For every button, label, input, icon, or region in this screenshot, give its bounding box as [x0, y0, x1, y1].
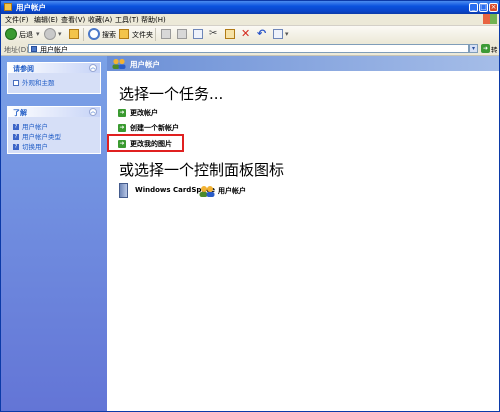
- control-panel-heading: 或选择一个控制面板图标: [119, 161, 285, 179]
- toolbar-separator: [83, 28, 84, 41]
- sidebar-item-account-types[interactable]: ? 用户帐户类型: [13, 131, 61, 141]
- sidebar-item-label: 用户帐户类型: [22, 133, 61, 141]
- menu-bar: 文件(F) 编辑(E) 查看(V) 收藏(A) 工具(T) 帮助(H): [1, 14, 499, 26]
- title-bar[interactable]: 用户帐户 _ □ ×: [1, 1, 499, 14]
- toolbar: 后退 ▾ ▾ 搜索 文件夹 ✂ ✕ ↶ ▾: [1, 26, 499, 44]
- back-label[interactable]: 后退: [19, 30, 33, 40]
- collapse-chevron-icon[interactable]: ︽: [89, 64, 97, 72]
- see-also-panel: 请参阅 ︽ 外观和主题: [7, 62, 101, 94]
- sidebar-item-label: 用户帐户: [22, 123, 48, 131]
- user-accounts-icon: [31, 46, 37, 52]
- address-value[interactable]: 用户帐户: [40, 45, 68, 55]
- views-dropdown-icon[interactable]: ▾: [285, 30, 289, 38]
- close-icon[interactable]: ×: [489, 3, 498, 12]
- maximize-icon[interactable]: □: [479, 3, 488, 12]
- learn-about-header[interactable]: 了解 ︽: [8, 107, 100, 117]
- content-header: 用户帐户: [107, 56, 499, 71]
- move-to-icon[interactable]: [161, 29, 171, 39]
- green-arrow-icon: ➜: [118, 109, 126, 117]
- task-heading: 选择一个任务...: [119, 85, 224, 103]
- user-accounts-icon: [112, 58, 126, 69]
- address-label: 地址(D): [4, 46, 29, 54]
- user-accounts-icon: [4, 3, 12, 11]
- views-icon[interactable]: [273, 29, 283, 39]
- sidebar-item-user-accounts[interactable]: ? 用户帐户: [13, 121, 48, 131]
- learn-about-title: 了解: [13, 109, 27, 117]
- menu-tools[interactable]: 工具(T): [115, 15, 139, 25]
- folders-label[interactable]: 文件夹: [132, 30, 153, 40]
- task-pane: 请参阅 ︽ 外观和主题 了解 ︽ ? 用户帐户 ? 用户帐户类型 ? 切换用户: [1, 56, 107, 411]
- task-label: 创建一个新帐户: [130, 124, 179, 132]
- appearance-icon: [13, 80, 19, 86]
- menu-favorites[interactable]: 收藏(A): [88, 15, 112, 25]
- address-dropdown-icon[interactable]: ▾: [469, 44, 478, 53]
- sidebar-item-label: 外观和主题: [22, 79, 55, 87]
- menu-file[interactable]: 文件(F): [5, 15, 29, 25]
- user-accounts-icon[interactable]: [199, 185, 215, 197]
- annotation-highlight-box: [107, 134, 184, 152]
- search-icon[interactable]: [88, 28, 100, 40]
- explorer-window: 用户帐户 _ □ × 文件(F) 编辑(E) 查看(V) 收藏(A) 工具(T)…: [0, 0, 500, 412]
- cardspace-icon[interactable]: [119, 183, 128, 198]
- cut-icon[interactable]: ✂: [209, 29, 219, 39]
- forward-dropdown-icon[interactable]: ▾: [58, 30, 62, 38]
- menu-edit[interactable]: 编辑(E): [34, 15, 58, 25]
- address-input[interactable]: 用户帐户: [28, 44, 469, 55]
- task-change-account[interactable]: ➜ 更改帐户: [118, 108, 158, 118]
- search-label[interactable]: 搜索: [102, 30, 116, 40]
- minimize-icon[interactable]: _: [469, 3, 478, 12]
- sidebar-item-label: 切换用户: [22, 143, 48, 151]
- windows-logo-icon: [483, 14, 497, 24]
- forward-arrow-icon[interactable]: [44, 28, 56, 40]
- user-accounts-link[interactable]: 用户帐户: [218, 186, 246, 196]
- back-dropdown-icon[interactable]: ▾: [36, 30, 40, 38]
- see-also-title: 请参阅: [13, 65, 34, 73]
- up-folder-icon[interactable]: [69, 29, 79, 39]
- see-also-header[interactable]: 请参阅 ︽: [8, 63, 100, 73]
- paste-icon[interactable]: [225, 29, 235, 39]
- sidebar-item-appearance[interactable]: 外观和主题: [13, 77, 55, 87]
- help-icon: ?: [13, 144, 19, 150]
- menu-view[interactable]: 查看(V): [61, 15, 85, 25]
- task-create-account[interactable]: ➜ 创建一个新帐户: [118, 123, 179, 133]
- window-title: 用户帐户: [16, 3, 46, 12]
- folders-icon[interactable]: [119, 29, 129, 39]
- go-arrow-icon[interactable]: ➜: [481, 44, 490, 53]
- back-arrow-icon[interactable]: [5, 28, 17, 40]
- copy-to-icon[interactable]: [177, 29, 187, 39]
- undo-icon[interactable]: ↶: [257, 28, 267, 39]
- delete-icon[interactable]: ✕: [241, 28, 251, 39]
- copy-icon[interactable]: [193, 29, 203, 39]
- address-bar: 地址(D) 用户帐户 ▾ ➜ 转到: [1, 43, 499, 64]
- learn-about-panel: 了解 ︽ ? 用户帐户 ? 用户帐户类型 ? 切换用户: [7, 106, 101, 154]
- collapse-chevron-icon[interactable]: ︽: [89, 108, 97, 116]
- help-icon: ?: [13, 124, 19, 130]
- toolbar-separator: [155, 28, 156, 41]
- sidebar-item-switch-user[interactable]: ? 切换用户: [13, 141, 48, 151]
- menu-help[interactable]: 帮助(H): [141, 15, 166, 25]
- help-icon: ?: [13, 134, 19, 140]
- content-header-title: 用户帐户: [130, 60, 160, 69]
- task-label: 更改帐户: [130, 109, 158, 117]
- green-arrow-icon: ➜: [118, 124, 126, 132]
- main-content: 用户帐户 选择一个任务... ➜ 更改帐户 ➜ 创建一个新帐户 ➜ 更改我的图片 或选…: [107, 56, 499, 411]
